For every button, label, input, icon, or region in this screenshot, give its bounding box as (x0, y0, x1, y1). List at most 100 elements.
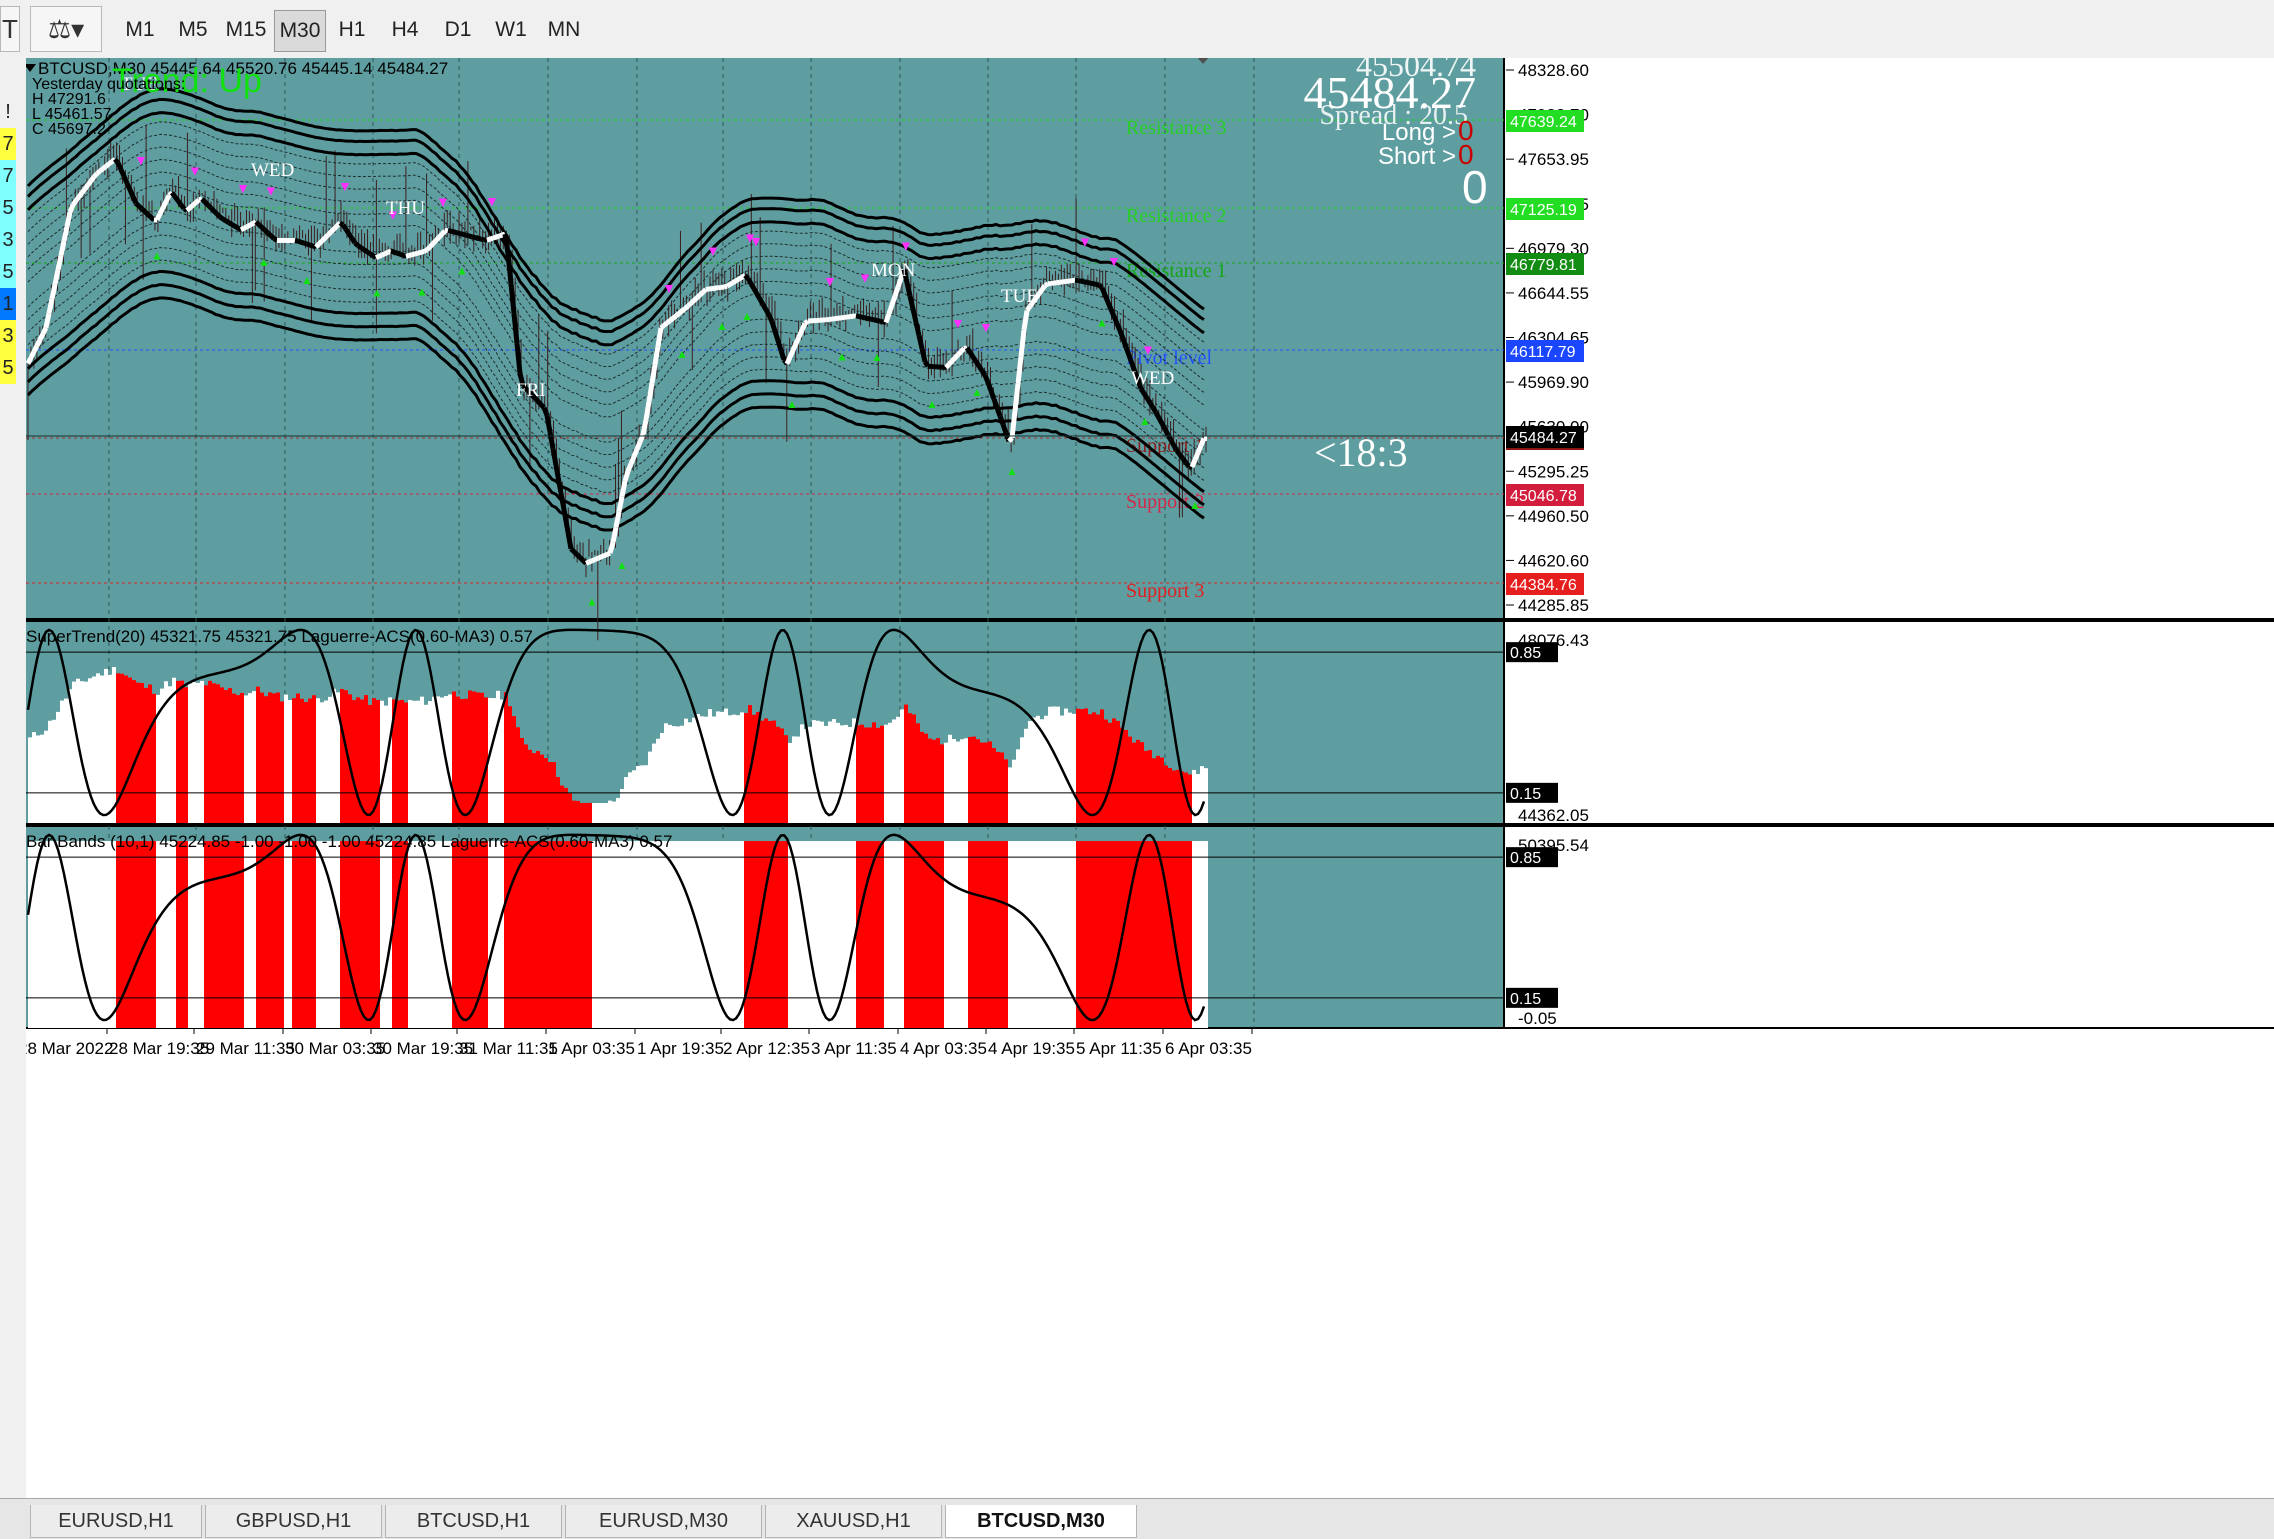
left-strip-cell: ! (0, 96, 16, 128)
histogram-bar (528, 841, 532, 1028)
chart-tab[interactable]: BTCUSD,H1 (385, 1505, 562, 1538)
histogram-bar (204, 841, 208, 1028)
histogram-bar (288, 841, 292, 1028)
time-label: 28 Mar 19:35 (109, 1039, 209, 1058)
histogram-bar (220, 841, 224, 1028)
histogram-bar (648, 752, 652, 823)
timeframe-m5[interactable]: M5 (168, 10, 218, 50)
trend-line (511, 284, 514, 314)
histogram-bar (916, 841, 920, 1028)
histogram-bar (944, 743, 948, 823)
timeframe-h4[interactable]: H4 (380, 10, 430, 50)
histogram-bar (272, 693, 276, 823)
chart-style-icon[interactable]: ⚖▾ (30, 6, 102, 52)
histogram-bar (768, 721, 772, 823)
indicator1-header: SuperTrend(20) 45321.75 45321.75 Laguerr… (26, 627, 533, 646)
histogram-bar (292, 698, 296, 823)
histogram-bar (144, 688, 148, 823)
trend-line (247, 225, 250, 227)
timeframe-m15[interactable]: M15 (221, 10, 271, 50)
histogram-bar (296, 694, 300, 823)
trend-line (658, 328, 661, 346)
timeframe-m30[interactable]: M30 (274, 10, 326, 52)
histogram-bar (992, 841, 996, 1028)
histogram-bar (788, 841, 792, 1028)
trend-line (307, 244, 310, 245)
chart-tab[interactable]: EURUSD,H1 (30, 1505, 202, 1538)
trend-line (598, 557, 601, 558)
trend-line (604, 554, 607, 555)
chart-tab[interactable]: EURUSD,M30 (565, 1505, 762, 1538)
histogram-bar (100, 676, 104, 823)
histogram-bar (1084, 841, 1088, 1028)
histogram-bar (608, 841, 612, 1028)
timeframe-w1[interactable]: W1 (486, 10, 536, 50)
histogram-bar (568, 794, 572, 823)
histogram-bar (1140, 841, 1144, 1028)
timeframe-m1[interactable]: M1 (115, 10, 165, 50)
histogram-bar (1028, 841, 1032, 1028)
histogram-bar (200, 841, 204, 1028)
trend-line (460, 234, 463, 235)
trend-line (727, 284, 730, 286)
trend-line (190, 205, 193, 208)
trend-line (268, 233, 271, 236)
trend-line (1099, 285, 1102, 288)
sell-arrow: ▼ (485, 193, 499, 209)
histogram-bar (944, 841, 948, 1028)
histogram-bar (500, 841, 504, 1028)
histogram-bar (900, 709, 904, 823)
histogram-bar (680, 841, 684, 1028)
trend-line (424, 250, 427, 252)
histogram-bar (96, 673, 100, 823)
trend-line (457, 233, 460, 234)
trend-line (139, 206, 142, 209)
histogram-bar (1024, 729, 1028, 823)
histogram-bar (504, 841, 508, 1028)
trend-line (868, 319, 871, 320)
trend-line (793, 344, 796, 351)
histogram-bar (1096, 715, 1100, 823)
histogram-bar (800, 724, 804, 823)
trend-line (574, 552, 577, 555)
trend-line (433, 240, 436, 243)
histogram-bar (288, 700, 292, 823)
histogram-bar (1112, 841, 1116, 1028)
histogram-bar (224, 841, 228, 1028)
trend-line (571, 549, 574, 552)
histogram-bar (488, 841, 492, 1028)
trend-line (952, 358, 955, 361)
trend-line (619, 496, 622, 511)
histogram-bar (456, 841, 460, 1028)
trend-line (799, 330, 802, 337)
histogram-bar (344, 841, 348, 1028)
chart-tab[interactable]: GBPUSD,H1 (205, 1505, 382, 1538)
sell-arrow: ▼ (1107, 253, 1121, 269)
histogram-bar (1124, 841, 1128, 1028)
timeframe-d1[interactable]: D1 (433, 10, 483, 50)
trend-line (562, 499, 565, 516)
histogram-bar (760, 841, 764, 1028)
histogram-bar (216, 841, 220, 1028)
histogram-bar (172, 841, 176, 1028)
trend-line (412, 254, 415, 255)
timeframe-mn[interactable]: MN (539, 10, 589, 50)
trend-line (892, 296, 895, 305)
histogram-bar (328, 841, 332, 1028)
trend-line (724, 286, 727, 287)
trend-line (475, 238, 478, 239)
histogram-bar (300, 841, 304, 1028)
chart-tab[interactable]: XAUUSD,H1 (765, 1505, 942, 1538)
indicator2-header: Bar Bands (10,1) 45224.85 -1.00 -1.00 -1… (26, 832, 672, 851)
price-tick: 45295.25 (1518, 462, 1589, 481)
chart-tab[interactable]: BTCUSD,M30 (945, 1505, 1137, 1538)
trend-line (745, 275, 748, 278)
histogram-bar (252, 691, 256, 823)
chart-area[interactable]: Resistance 3Resistance 2Resistance 1Pivo… (26, 58, 2274, 1498)
trend-line (298, 241, 301, 242)
histogram-bar (832, 841, 836, 1028)
timeframe-h1[interactable]: H1 (327, 10, 377, 50)
template-icon[interactable]: T (0, 6, 20, 52)
histogram-bar (168, 841, 172, 1028)
histogram-bar (628, 841, 632, 1028)
